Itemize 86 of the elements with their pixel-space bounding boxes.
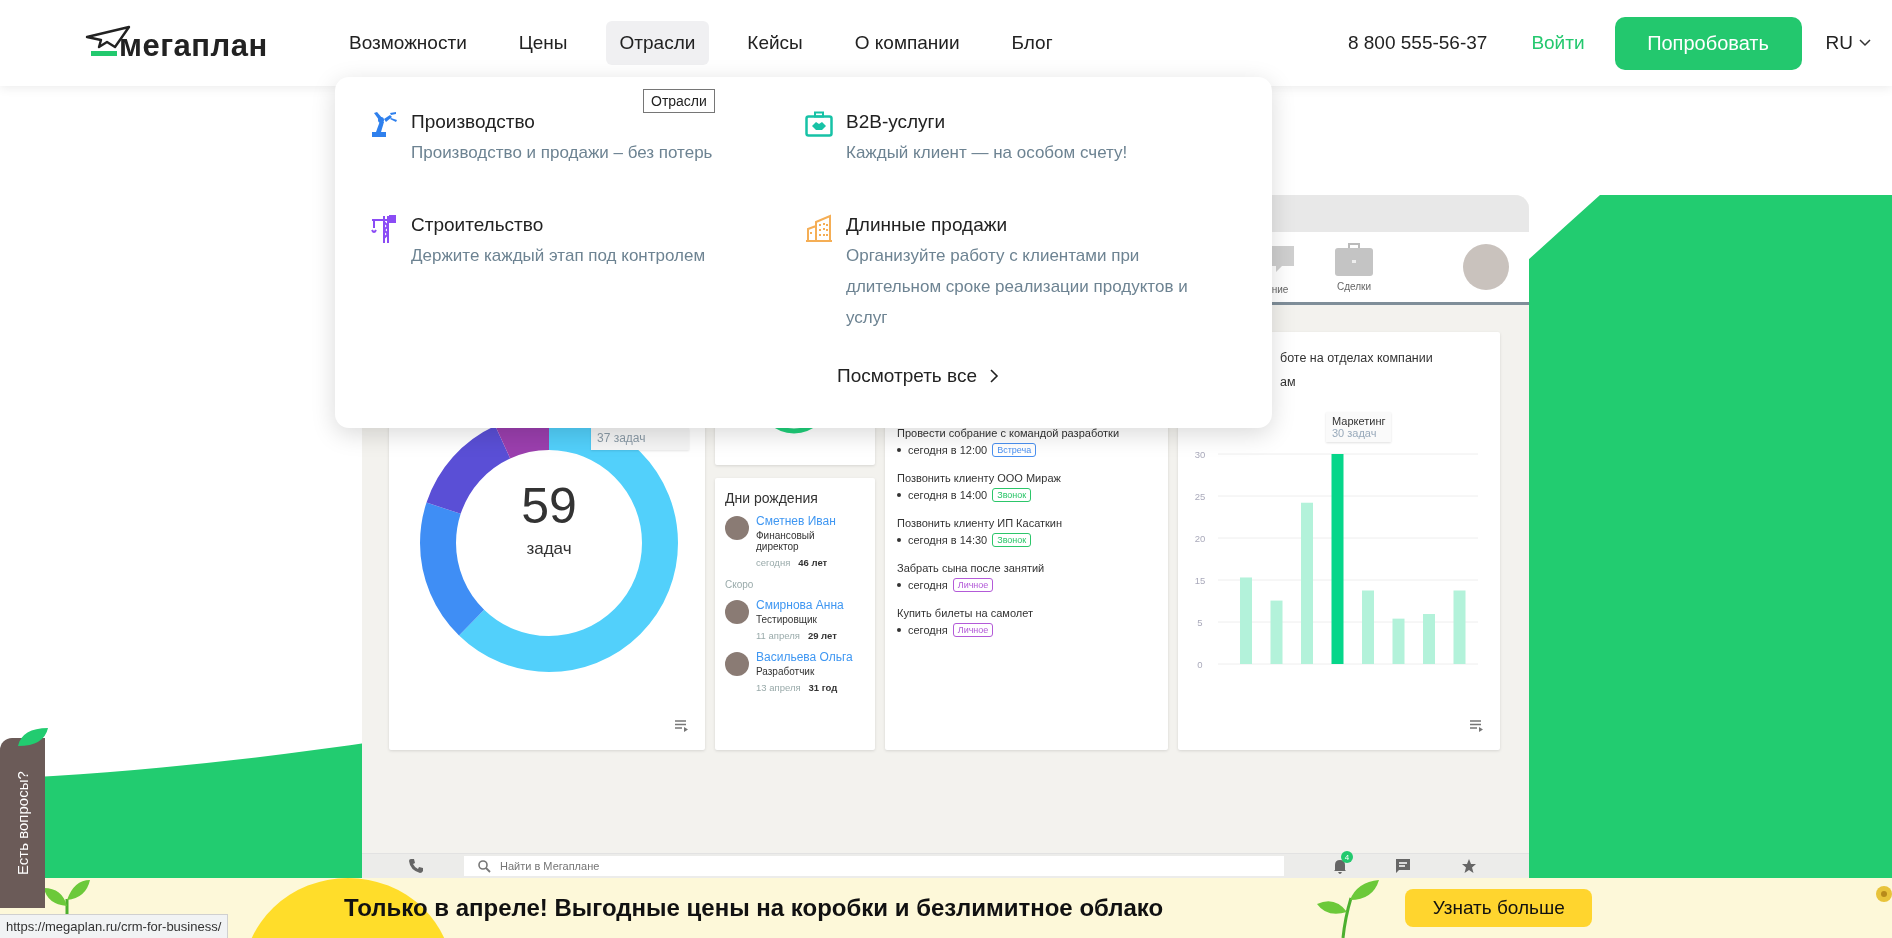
task-time: сегодня [908, 624, 948, 636]
birthday-date: сегодня [756, 557, 791, 568]
phone-icon[interactable] [408, 858, 424, 874]
nav-link[interactable]: Возможности [335, 21, 481, 65]
star-icon[interactable] [1461, 858, 1477, 874]
bullet-dot-icon [897, 583, 901, 587]
buildings-icon [805, 214, 833, 242]
toolbar-item[interactable]: Сделки [1326, 242, 1382, 292]
list-menu-icon[interactable] [675, 720, 689, 732]
card-title: Дни рождения [725, 490, 819, 506]
task-tag: Встреча [992, 443, 1037, 457]
task-unit-label: задач [526, 539, 572, 559]
promo-text: Только в апреле! Выгодные цены на коробки и безлимитное облако [344, 894, 1164, 922]
bullet-dot-icon [897, 628, 901, 632]
nav-link[interactable]: О компании [840, 21, 974, 65]
chart-bar [1270, 600, 1283, 664]
learn-more-button[interactable]: Узнать больше [1405, 889, 1593, 927]
crane-icon [370, 214, 398, 244]
task-tag: Личное [952, 578, 994, 592]
person-age: 31 год [808, 682, 838, 693]
task-title[interactable]: Забрать сына после занятий [897, 562, 1158, 574]
chevron-right-icon [988, 369, 999, 383]
chart-tooltip: Маркетинг 30 задач [1326, 412, 1392, 442]
task-title[interactable]: Купить билеты на самолет [897, 607, 1158, 619]
axis-tick-label: 20 [1194, 533, 1206, 544]
briefcase-icon [805, 111, 833, 137]
task-count: 59 [521, 477, 577, 535]
logo-wordmark[interactable]: мегаплан [119, 30, 268, 61]
list-menu-icon[interactable] [1470, 720, 1484, 732]
card-title: ам [1279, 374, 1297, 391]
nav-link[interactable]: Кейсы [733, 21, 817, 65]
bell-icon[interactable] [1332, 858, 1348, 874]
search-icon [478, 860, 491, 873]
birthday-date: 13 апреля [756, 682, 801, 693]
see-all-link[interactable]: Посмотреть все [837, 365, 999, 387]
search-field[interactable]: Найти в Мегаплане [464, 856, 1284, 876]
message-icon[interactable] [1395, 858, 1411, 874]
axis-tick-label: 15 [1194, 575, 1206, 586]
chevron-down-icon [1859, 39, 1871, 47]
industry-menu-item[interactable]: Строительство Держите каждый этап под контролем [370, 212, 805, 333]
bullet-dot-icon [897, 493, 901, 497]
status-bar-url: https://megaplan.ru/crm-for-business/ [0, 914, 229, 938]
avatar-placeholder [725, 600, 749, 624]
bullet-dot-icon [897, 538, 901, 542]
task-time: сегодня [908, 579, 948, 591]
axis-tick-label: 30 [1194, 449, 1206, 460]
axis-tick-label: 0 [1197, 659, 1203, 670]
avatar-placeholder [725, 652, 749, 676]
avatar-placeholder [725, 516, 749, 540]
industry-menu-item[interactable]: B2B-услуги Каждый клиент — на особом счету! [805, 109, 1237, 168]
task-tag: Звонок [992, 488, 1032, 502]
person-role: Разработчик [756, 666, 816, 677]
task-title[interactable]: Провести собрание с командой разработки [897, 427, 1158, 439]
nav-link[interactable]: Отрасли [605, 21, 710, 65]
phone-number[interactable]: 8 800 555-56-37 [1347, 32, 1488, 54]
person-age: 46 лет [798, 557, 828, 568]
chart-bar [1423, 614, 1435, 664]
task-tag: Звонок [992, 533, 1032, 547]
card-title: боте на отделах компании [1279, 350, 1434, 367]
hover-tooltip: Отрасли [643, 89, 715, 113]
task-time: сегодня в 14:30 [908, 534, 988, 546]
robot-arm-icon [370, 111, 398, 137]
nav-link[interactable]: Блог [997, 21, 1067, 65]
birthday-date: 11 апреля [756, 630, 800, 641]
axis-tick-label: 5 [1197, 617, 1203, 628]
help-tab[interactable]: Есть вопросы? [0, 738, 45, 908]
task-time: сегодня в 12:00 [908, 444, 988, 456]
chart-tooltip: 37 задач [591, 428, 689, 450]
language-selector[interactable]: RU [1821, 28, 1875, 58]
industry-menu-item[interactable]: Длинные продажи Организуйте работу с клиентами при длительном сроке реализации продуктов и услуг [805, 212, 1237, 333]
leaf-icon [18, 726, 48, 748]
task-title[interactable]: Позвонить клиенту ООО Мираж [897, 472, 1158, 484]
nav-link[interactable]: Цены [504, 21, 582, 65]
briefcase-icon [1334, 242, 1374, 277]
person-role: Финансовый директор [756, 530, 816, 552]
person-role: Тестировщик [756, 614, 818, 625]
task-time: сегодня в 14:00 [908, 489, 988, 501]
notification-badge: 4 [1341, 851, 1353, 863]
flower-icon [1876, 886, 1892, 902]
person-age: 29 лет [807, 630, 837, 641]
task-title[interactable]: Позвонить клиенту ИП Касаткин [897, 517, 1158, 529]
axis-tick-label: 25 [1194, 491, 1206, 502]
section-label: Скоро [725, 579, 755, 590]
task-tag: Личное [952, 623, 994, 637]
chart-bar [1392, 618, 1405, 664]
bullet-dot-icon [897, 448, 901, 452]
